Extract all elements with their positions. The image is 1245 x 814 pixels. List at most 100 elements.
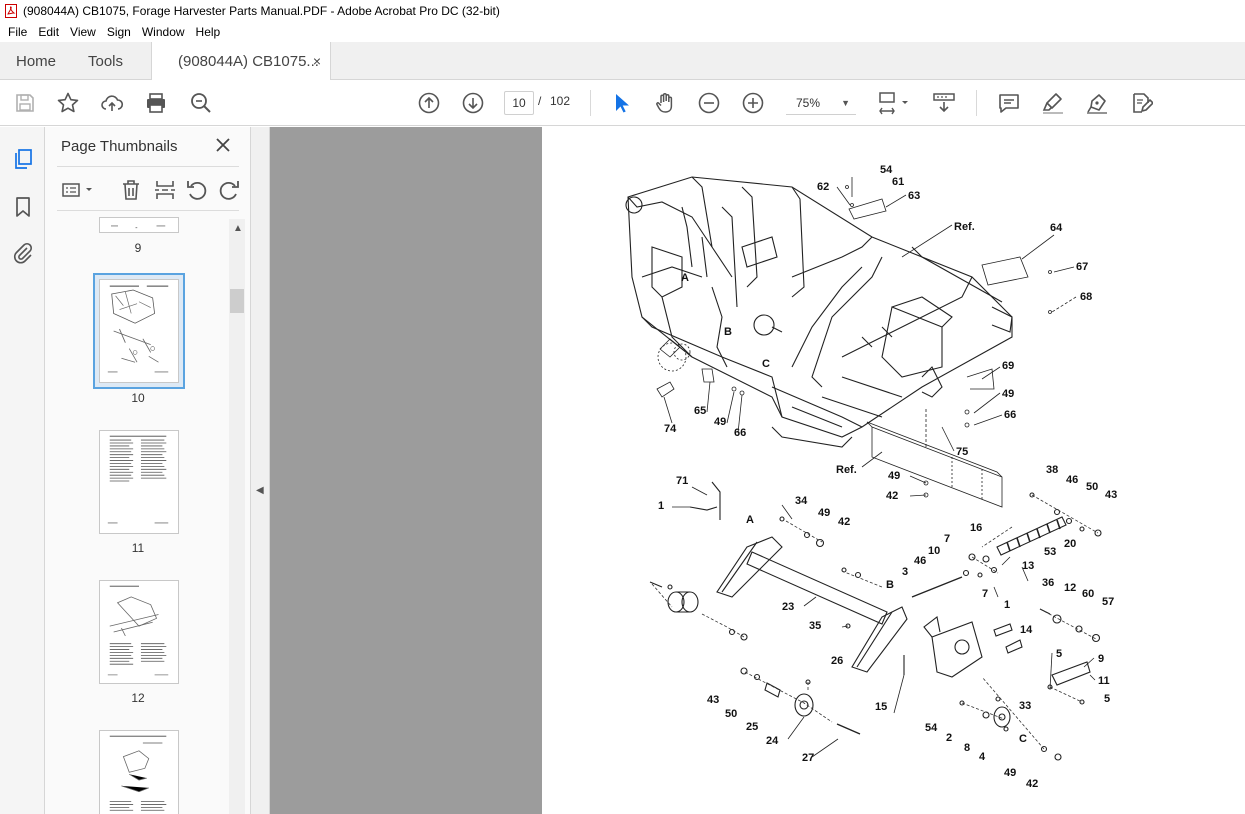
callout-label: 71 (676, 475, 688, 487)
page-separator: / (538, 94, 542, 108)
callout-label: 12 (1064, 582, 1076, 594)
menu-help[interactable]: Help (196, 25, 221, 39)
callout-label: 8 (964, 742, 970, 754)
callout-labels: 54 61 62 63 Ref. 64 67 68 A B C 69 49 66… (658, 164, 1117, 790)
callout-label: 75 (956, 446, 968, 458)
thumbnail-page-11[interactable] (99, 430, 179, 534)
callout-label: 25 (746, 721, 758, 733)
options-menu-icon[interactable] (61, 178, 95, 202)
toolbar-divider (590, 90, 591, 116)
callout-label: 26 (831, 655, 843, 667)
menu-file[interactable]: File (8, 25, 27, 39)
tab-tools[interactable]: Tools (88, 42, 123, 80)
menu-edit[interactable]: Edit (38, 25, 59, 39)
callout-label: 67 (1076, 261, 1088, 273)
hand-icon[interactable] (653, 91, 677, 115)
callout-label: 11 (1098, 675, 1110, 687)
callout-label: 15 (875, 701, 887, 713)
zoom-in-icon[interactable] (741, 91, 765, 115)
callout-label: 50 (1086, 481, 1098, 493)
highlight-icon[interactable] (1041, 91, 1065, 115)
callout-label: B (886, 579, 894, 591)
menu-window[interactable]: Window (142, 25, 185, 39)
callout-label: 7 (982, 588, 988, 600)
callout-label: 43 (1105, 489, 1117, 501)
bookmark-star-icon[interactable] (56, 91, 80, 115)
callout-label: 57 (1102, 596, 1114, 608)
thumbnail-page-9[interactable] (99, 217, 179, 233)
save-icon[interactable] (13, 91, 37, 115)
thumbnail-scrollbar[interactable]: ▲ (229, 219, 245, 814)
pdf-page: 54 61 62 63 Ref. 64 67 68 A B C 69 49 66… (542, 127, 1245, 814)
parts-diagram: 54 61 62 63 Ref. 64 67 68 A B C 69 49 66… (625, 164, 1117, 790)
page-down-icon[interactable] (461, 91, 485, 115)
print-icon[interactable] (144, 91, 168, 115)
acrobat-pdf-icon (5, 4, 17, 18)
callout-label: 49 (888, 470, 900, 482)
tab-bar: Home Tools (908044A) CB1075... × (0, 42, 1245, 80)
extract-pages-icon[interactable] (153, 178, 177, 202)
callout-label: 49 (1002, 388, 1014, 400)
thumbnail-label: 11 (131, 541, 145, 555)
page-up-icon[interactable] (417, 91, 441, 115)
callout-label: 63 (908, 190, 920, 202)
attachments-icon[interactable] (11, 241, 35, 265)
thumbnail-page-10[interactable] (99, 279, 179, 383)
close-tab-icon[interactable]: × (313, 53, 321, 69)
chevron-up-icon[interactable]: ▲ (233, 223, 243, 234)
thumbnail-label: 9 (134, 241, 142, 255)
document-viewer[interactable]: 54 61 62 63 Ref. 64 67 68 A B C 69 49 66… (270, 127, 1245, 814)
toolbar: 10 / 102 75% ▼ (0, 80, 1245, 126)
panel-collapse-strip[interactable]: ◀ (251, 127, 270, 814)
callout-label: 43 (707, 694, 719, 706)
panel-divider (57, 210, 239, 211)
comment-icon[interactable] (997, 91, 1021, 115)
callout-label: 38 (1046, 464, 1058, 476)
menu-view[interactable]: View (70, 25, 96, 39)
page-number-input[interactable]: 10 (504, 91, 534, 115)
thumbnail-page-12[interactable] (99, 580, 179, 684)
sign-icon[interactable] (1085, 91, 1109, 115)
delete-icon[interactable] (119, 178, 143, 202)
tab-document[interactable]: (908044A) CB1075... × (151, 42, 331, 80)
tab-home[interactable]: Home (16, 42, 56, 80)
bookmarks-icon[interactable] (11, 195, 35, 219)
zoom-search-icon[interactable] (189, 91, 213, 115)
callout-label: 74 (664, 423, 677, 435)
menu-bar: File Edit View Sign Window Help (0, 22, 1245, 42)
thumbnail-label: 10 (131, 391, 145, 405)
callout-label: 2 (946, 732, 952, 744)
callout-label: 54 (880, 164, 893, 176)
main-frame-drawing (625, 176, 1013, 448)
edit-pdf-icon[interactable] (1129, 91, 1154, 115)
callout-label: 35 (809, 620, 821, 632)
left-navigation-rail (0, 127, 45, 814)
callout-label: B (724, 326, 732, 338)
thumbnail-label: 12 (131, 691, 145, 705)
callout-label: 10 (928, 545, 940, 557)
panel-title: Page Thumbnails (61, 138, 178, 155)
callout-label: 46 (1066, 474, 1078, 486)
zoom-select[interactable]: 75% ▼ (786, 91, 856, 115)
thumbnail-page-13[interactable] (99, 730, 179, 814)
callout-label: 66 (1004, 409, 1016, 421)
callout-label: Ref. (836, 464, 857, 476)
select-cursor-icon[interactable] (609, 91, 633, 115)
callout-label: 1 (1004, 599, 1010, 611)
page-thumbnails-icon[interactable] (11, 147, 35, 171)
callout-label: 49 (818, 507, 830, 519)
collapse-left-icon[interactable]: ◀ (256, 485, 264, 496)
close-icon[interactable] (213, 135, 233, 155)
scrollbar-thumb[interactable] (230, 289, 244, 313)
rotate-right-icon[interactable] (217, 178, 241, 202)
callout-label: 24 (766, 735, 779, 747)
zoom-out-icon[interactable] (697, 91, 721, 115)
rotate-left-icon[interactable] (185, 178, 209, 202)
callout-label: 49 (714, 416, 726, 428)
upload-icon[interactable] (100, 91, 124, 115)
scroll-mode-icon[interactable] (932, 91, 956, 115)
callout-label: 23 (782, 601, 794, 613)
page-fit-icon[interactable] (877, 91, 911, 115)
callout-label: 62 (817, 181, 829, 193)
menu-sign[interactable]: Sign (107, 25, 131, 39)
